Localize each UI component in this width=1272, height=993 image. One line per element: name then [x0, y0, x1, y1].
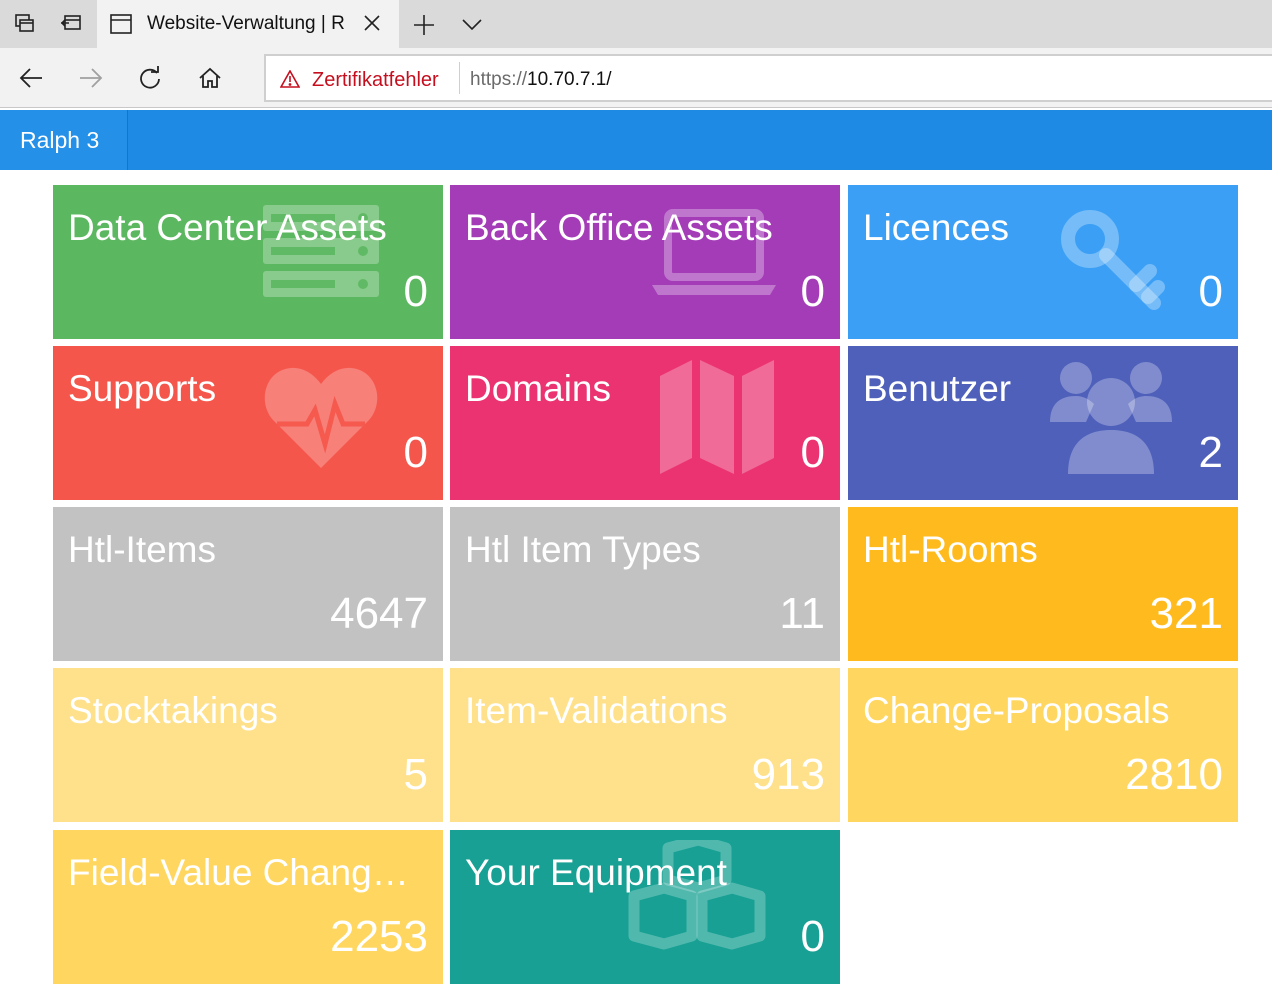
address-bar[interactable]: Zertifikatfehler https://10.70.7.1/ — [264, 54, 1272, 102]
refresh-icon[interactable] — [134, 62, 166, 94]
tile-label: Item-Validations — [465, 690, 728, 731]
tab-title: Website-Verwaltung | R — [147, 13, 345, 34]
tile-label: Htl-Rooms — [863, 529, 1038, 570]
tile-count: 2810 — [1125, 750, 1223, 799]
tile-data-center-assets[interactable]: Data Center Assets 0 — [53, 185, 443, 339]
tile-htl-items[interactable]: Htl-Items 4647 — [53, 507, 443, 661]
tile-label: Benutzer — [863, 368, 1012, 409]
warning-icon[interactable] — [279, 69, 301, 93]
brand-title: Ralph 3 — [20, 127, 100, 153]
tile-label: Domains — [465, 368, 611, 409]
browser-tab-strip: Website-Verwaltung | R — [0, 0, 1272, 48]
tab-actions-icon[interactable] — [9, 8, 41, 40]
app-header: Ralph 3 — [0, 110, 1272, 170]
tile-label: Stocktakings — [68, 690, 278, 731]
tile-htl-item-types[interactable]: Htl Item Types 11 — [450, 507, 840, 661]
tile-count: 0 — [800, 428, 825, 477]
brand-link[interactable]: Ralph 3 — [0, 110, 128, 170]
tile-label: Data Center Assets — [68, 207, 387, 248]
tile-count: 0 — [403, 267, 428, 316]
back-arrow-icon[interactable] — [15, 62, 47, 94]
address-divider — [459, 62, 460, 94]
certificate-error-label[interactable]: Zertifikatfehler — [312, 68, 439, 92]
tile-count: 0 — [1198, 267, 1223, 316]
tile-count: 0 — [800, 267, 825, 316]
url-text[interactable]: https://10.70.7.1/ — [470, 68, 612, 92]
tile-label: Field-Value Chang… — [68, 852, 409, 893]
tile-count: 321 — [1149, 589, 1223, 638]
tile-label: Change-Proposals — [863, 690, 1170, 731]
tile-count: 4647 — [330, 589, 428, 638]
page-icon — [110, 14, 132, 39]
tile-label: Supports — [68, 368, 217, 409]
tile-count: 2253 — [330, 912, 428, 961]
tile-domains[interactable]: Domains 0 — [450, 346, 840, 500]
tile-count: 0 — [403, 428, 428, 477]
chevron-down-icon[interactable] — [456, 10, 488, 40]
url-host: 10.70.7.1/ — [527, 69, 612, 90]
tile-label: Back Office Assets — [465, 207, 773, 248]
tile-count: 913 — [751, 750, 825, 799]
tile-benutzer[interactable]: Benutzer 2 — [848, 346, 1238, 500]
tile-count: 11 — [779, 589, 825, 638]
browser-navigation-bar: Zertifikatfehler https://10.70.7.1/ — [0, 48, 1272, 108]
browser-tab[interactable]: Website-Verwaltung | R — [97, 0, 399, 48]
tile-count: 0 — [800, 912, 825, 961]
tile-stocktakings[interactable]: Stocktakings 5 — [53, 668, 443, 822]
tile-label: Htl Item Types — [465, 529, 701, 570]
tile-change-proposals[interactable]: Change-Proposals 2810 — [848, 668, 1238, 822]
set-tabs-aside-icon[interactable] — [55, 8, 87, 40]
forward-arrow-icon[interactable] — [75, 62, 107, 94]
close-tab-icon[interactable] — [363, 14, 381, 37]
tile-count: 5 — [403, 750, 428, 799]
tile-back-office-assets[interactable]: Back Office Assets 0 — [450, 185, 840, 339]
tile-item-validations[interactable]: Item-Validations 913 — [450, 668, 840, 822]
tile-field-value-chang[interactable]: Field-Value Chang… 2253 — [53, 830, 443, 984]
tile-supports[interactable]: Supports 0 — [53, 346, 443, 500]
tile-htl-rooms[interactable]: Htl-Rooms 321 — [848, 507, 1238, 661]
tile-count: 2 — [1198, 428, 1223, 477]
tile-label: Htl-Items — [68, 529, 216, 570]
tile-label: Licences — [863, 207, 1010, 248]
tile-your-equipment[interactable]: Your Equipment 0 — [450, 830, 840, 984]
url-scheme: https:// — [470, 69, 528, 90]
new-tab-icon[interactable] — [408, 10, 440, 40]
tile-label: Your Equipment — [465, 852, 727, 893]
home-icon[interactable] — [194, 62, 226, 94]
tile-licences[interactable]: Licences 0 — [848, 185, 1238, 339]
